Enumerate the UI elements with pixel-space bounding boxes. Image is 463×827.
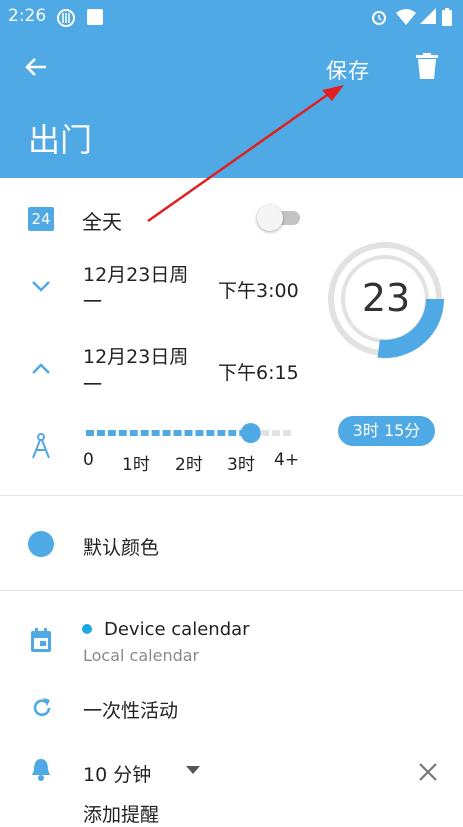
repeat-label[interactable]: 一次性活动 [83, 696, 178, 723]
slider-segment [283, 430, 291, 436]
slider-segment [96, 430, 105, 436]
start-date[interactable]: 12月23日周 [83, 260, 188, 287]
all-day-label: 全天 [82, 210, 122, 234]
calendar-color-dot [82, 624, 92, 634]
slider-segment [151, 430, 160, 436]
slider-segment [129, 430, 138, 436]
duration-badge: 3时 15分 [338, 416, 435, 446]
slider-segment [217, 430, 226, 436]
slider-segment [272, 430, 281, 436]
calendar-day-icon: 24 [28, 207, 54, 231]
slider-segment [140, 430, 149, 436]
slider-tick-2: 2时 [175, 455, 203, 475]
slider-segment [162, 430, 171, 436]
slider-segment [206, 430, 215, 436]
reminder-value[interactable]: 10 分钟 [83, 760, 151, 787]
slider-segment [118, 430, 127, 436]
bell-icon [32, 759, 50, 781]
slider-segment [184, 430, 193, 436]
slider-segment [107, 430, 116, 436]
end-time[interactable]: 下午6:15 [218, 358, 299, 385]
end-date-weekday[interactable]: 一 [83, 370, 102, 397]
calendar-icon [31, 628, 51, 652]
all-day-toggle-knob[interactable] [257, 205, 283, 231]
annotation-arrow [147, 85, 344, 223]
slider-segment [173, 430, 182, 436]
slider-tick-1: 1时 [122, 455, 150, 475]
close-icon[interactable] [419, 763, 437, 781]
duration-slider[interactable] [84, 422, 296, 444]
color-swatch[interactable] [28, 531, 54, 557]
divider [0, 590, 463, 591]
compass-icon [32, 433, 50, 459]
start-time[interactable]: 下午3:00 [218, 276, 299, 303]
calendar-name[interactable]: Device calendar [104, 619, 250, 640]
slider-segment [228, 430, 237, 436]
dropdown-arrow-icon[interactable] [186, 766, 200, 774]
chevron-up-icon[interactable] [31, 363, 51, 375]
color-label[interactable]: 默认颜色 [83, 533, 159, 560]
chevron-down-icon[interactable] [31, 280, 51, 292]
slider-segment [261, 430, 270, 436]
refresh-icon [33, 698, 51, 717]
slider-tick-4: 4+ [274, 450, 300, 470]
start-date-weekday[interactable]: 一 [83, 287, 102, 314]
calendar-account: Local calendar [83, 646, 200, 665]
day-ring-number: 23 [361, 276, 411, 320]
slider-segment [195, 430, 204, 436]
divider [0, 495, 463, 496]
slider-tick-0: 0 [83, 450, 94, 470]
end-date[interactable]: 12月23日周 [83, 342, 188, 369]
slider-tick-3: 3时 [227, 455, 255, 475]
slider-segment [86, 430, 94, 436]
slider-knob[interactable] [240, 423, 261, 443]
add-reminder-button[interactable]: 添加提醒 [83, 800, 159, 827]
